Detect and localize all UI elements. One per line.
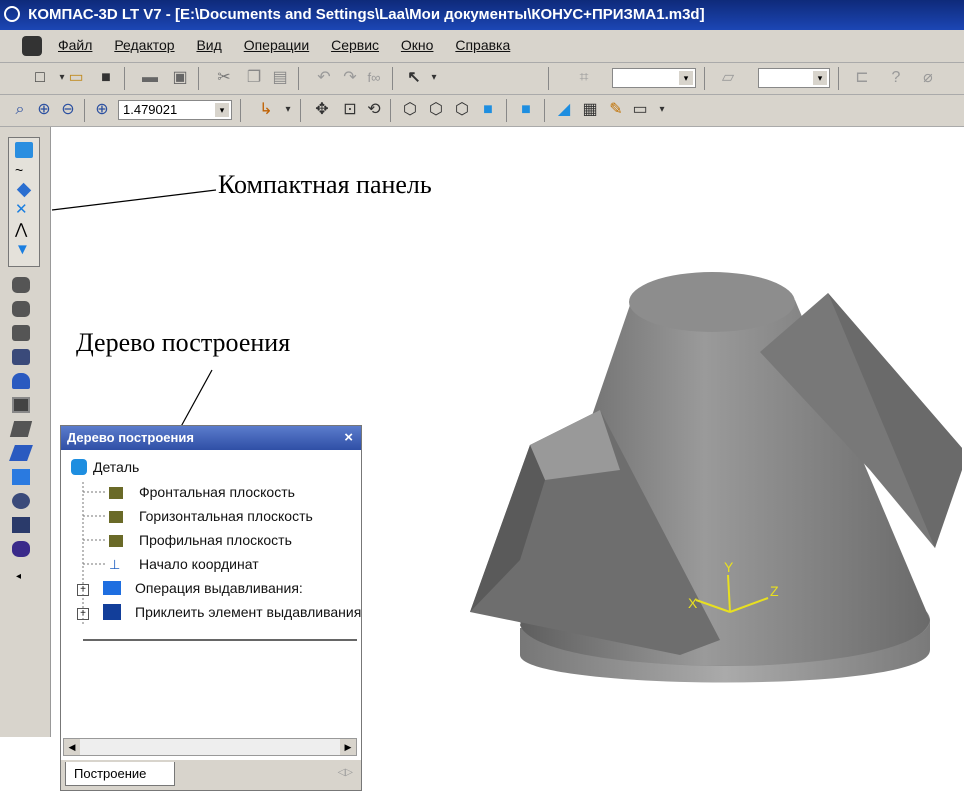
tab-scroll-icon[interactable]: ◁▷: [338, 767, 353, 778]
expand-icon[interactable]: +: [77, 608, 89, 620]
plane-icon: [109, 487, 123, 499]
origin-icon: ⊥: [109, 557, 121, 572]
tree-item-origin[interactable]: ⊥ Начало координат: [109, 553, 259, 575]
extrude-icon: [103, 581, 121, 595]
tree-item-boss-extrude[interactable]: + Приклеить элемент выдавливания: [77, 601, 361, 623]
tree-item-part[interactable]: Деталь: [71, 456, 139, 478]
axis-y-label: Y: [724, 559, 734, 575]
tree-item-extrude[interactable]: + Операция выдавливания:: [77, 577, 361, 599]
plane-icon: [109, 511, 123, 523]
scroll-left-icon[interactable]: ◀: [64, 739, 80, 755]
close-icon[interactable]: ×: [344, 426, 353, 450]
tree-item-label: Начало координат: [139, 556, 259, 572]
tree-item-label: Горизонтальная плоскость: [139, 508, 313, 524]
boss-extrude-icon: [103, 604, 121, 620]
cone-prism-model[interactable]: [470, 272, 962, 683]
scroll-right-icon[interactable]: ▶: [340, 739, 356, 755]
tree-panel-title: Дерево построения: [67, 430, 194, 445]
tree-item-horizontal-plane[interactable]: Горизонтальная плоскость: [109, 505, 361, 527]
plane-icon: [109, 535, 123, 547]
expand-icon[interactable]: +: [77, 584, 89, 596]
tree-item-label: Операция выдавливания:: [135, 580, 303, 596]
tree-tab-bar: Построение ◁▷: [61, 760, 361, 790]
tree-panel-header: Дерево построения ×: [61, 426, 361, 450]
tree-item-label: Деталь: [93, 459, 140, 475]
build-tree-panel: Дерево построения × Деталь Фронтальная п…: [60, 425, 362, 791]
axis-z-label: Z: [770, 583, 779, 599]
tree-item-label: Профильная плоскость: [139, 532, 292, 548]
axis-x-label: X: [688, 595, 698, 611]
tree-item-frontal-plane[interactable]: Фронтальная плоскость: [109, 481, 295, 503]
tree-item-label: Приклеить элемент выдавливания: [135, 604, 361, 620]
part-icon: [71, 459, 87, 475]
tab-build[interactable]: Построение: [65, 762, 175, 786]
tree-item-label: Фронтальная плоскость: [139, 484, 295, 500]
tree-item-profile-plane[interactable]: Профильная плоскость: [109, 529, 292, 551]
tree-horizontal-scrollbar[interactable]: ◀ ▶: [63, 738, 357, 756]
